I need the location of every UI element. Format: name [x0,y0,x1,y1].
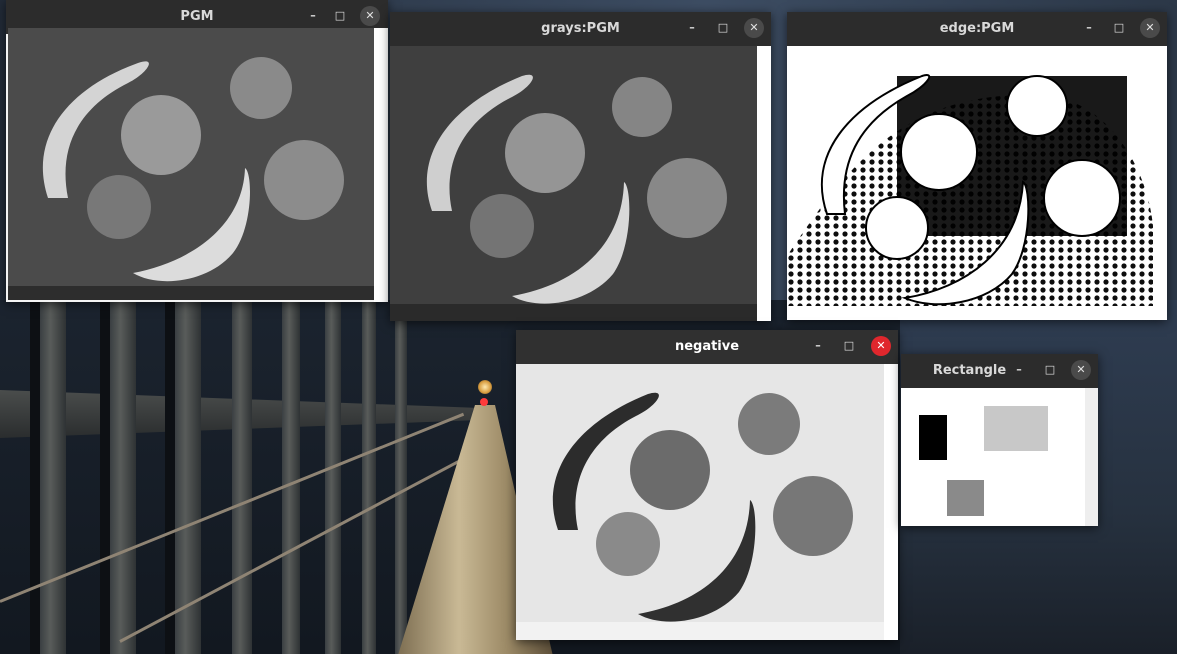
window-pgm[interactable]: PGM – □ ✕ [6,0,388,302]
negative-image [516,364,884,640]
minimize-icon: – [689,21,695,34]
close-button[interactable]: ✕ [360,6,380,26]
titlebar[interactable]: edge:PGM – □ ✕ [787,12,1167,46]
image-canvas [901,388,1085,526]
close-button[interactable]: ✕ [871,336,891,356]
minimize-button[interactable]: – [1079,18,1099,38]
image-canvas [8,28,374,300]
maximize-icon: □ [334,9,346,22]
maximize-button[interactable]: □ [713,18,733,38]
window-edge-pgm[interactable]: edge:PGM – □ ✕ [787,12,1167,320]
window-negative[interactable]: negative – □ ✕ [516,330,898,640]
minimize-icon: – [815,339,821,352]
close-button[interactable]: ✕ [1071,360,1091,380]
maximize-icon: □ [1044,363,1056,376]
edge-image [787,46,1153,320]
gray-square [947,480,984,516]
minimize-button[interactable]: – [1009,360,1029,380]
titlebar[interactable]: grays:PGM – □ ✕ [390,12,771,46]
maximize-button[interactable]: □ [839,336,859,356]
close-icon: ✕ [1145,21,1155,34]
minimize-button[interactable]: – [303,6,323,26]
window-grays-pgm[interactable]: grays:PGM – □ ✕ [390,12,771,321]
close-button[interactable]: ✕ [1140,18,1160,38]
minimize-icon: – [1086,21,1092,34]
maximize-button[interactable]: □ [330,6,350,26]
minimize-button[interactable]: – [808,336,828,356]
fruit-image [390,46,757,321]
black-rectangle [919,415,947,460]
close-icon: ✕ [365,9,375,22]
minimize-button[interactable]: – [682,18,702,38]
close-icon: ✕ [876,339,886,352]
maximize-button[interactable]: □ [1109,18,1129,38]
titlebar[interactable]: negative – □ ✕ [516,330,898,364]
minimize-icon: – [310,9,316,22]
maximize-icon: □ [1113,21,1125,34]
maximize-button[interactable]: □ [1040,360,1060,380]
fruit-image [8,28,374,300]
window-rectangle[interactable]: Rectangle – □ ✕ [901,354,1098,526]
image-canvas [390,46,757,321]
close-icon: ✕ [749,21,759,34]
maximize-icon: □ [843,339,855,352]
maximize-icon: □ [717,21,729,34]
titlebar[interactable]: Rectangle – □ ✕ [901,354,1098,388]
minimize-icon: – [1016,363,1022,376]
image-canvas [787,46,1153,320]
light-gray-rectangle [984,406,1048,451]
image-canvas [516,364,884,640]
close-button[interactable]: ✕ [744,18,764,38]
close-icon: ✕ [1076,363,1086,376]
